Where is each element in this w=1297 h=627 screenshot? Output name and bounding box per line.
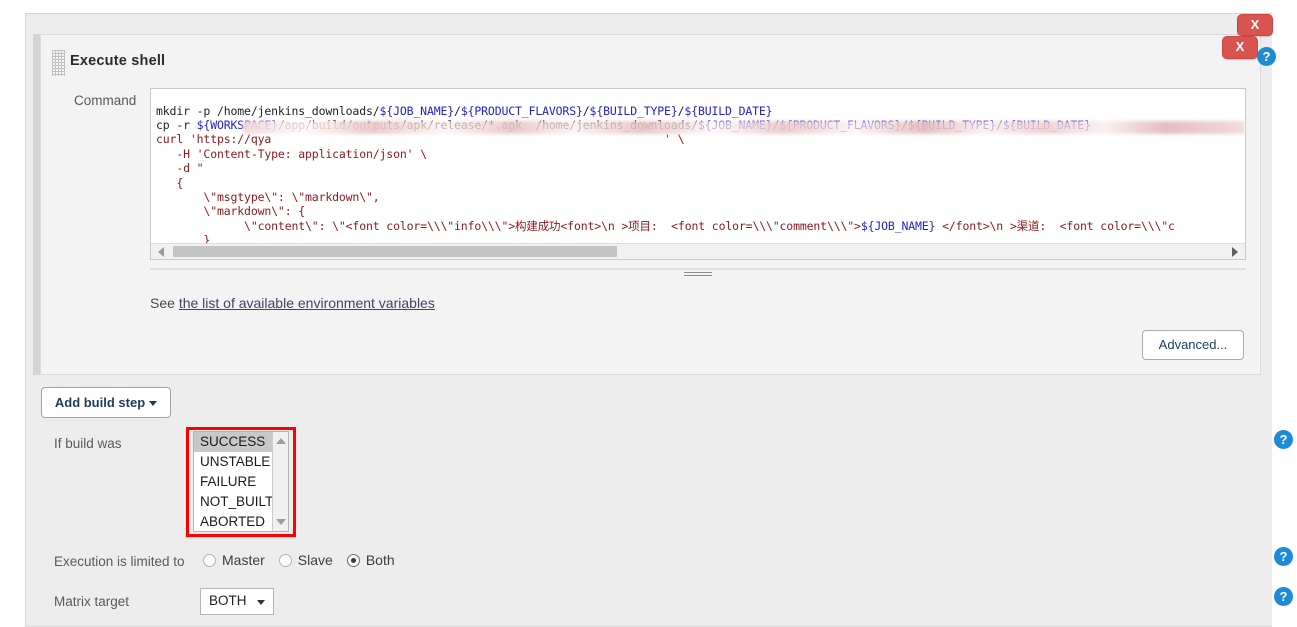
help-icon-execute-shell[interactable]: ? bbox=[1257, 47, 1276, 66]
scroll-down-arrow-icon[interactable] bbox=[276, 519, 286, 525]
radio-slave-dot[interactable] bbox=[278, 553, 292, 567]
chevron-down-icon bbox=[149, 401, 158, 407]
textarea-bottom-edge bbox=[150, 268, 1246, 270]
command-script-text: mkdir -p /home/jenkins_downloads/${JOB_N… bbox=[156, 103, 1175, 260]
listbox-scrollbar[interactable] bbox=[272, 432, 288, 531]
if-build-was-label: If build was bbox=[54, 436, 122, 451]
radio-master-dot[interactable] bbox=[203, 553, 216, 567]
radio-both-dot[interactable] bbox=[346, 553, 360, 567]
textarea-resize-handle[interactable] bbox=[684, 272, 712, 278]
radio-master[interactable]: Master bbox=[203, 552, 265, 568]
drag-grip-icon[interactable] bbox=[52, 50, 65, 76]
matrix-target-value: BOTH bbox=[209, 593, 247, 608]
chevron-down-icon bbox=[257, 600, 265, 605]
radio-master-label: Master bbox=[222, 552, 265, 568]
help-icon-execution-limited[interactable]: ? bbox=[1274, 547, 1293, 566]
radio-both[interactable]: Both bbox=[346, 552, 395, 568]
matrix-target-select[interactable]: BOTH bbox=[200, 588, 274, 615]
environment-variables-hint: See the list of available environment va… bbox=[150, 295, 435, 311]
radio-slave[interactable]: Slave bbox=[278, 552, 333, 568]
advanced-button[interactable]: Advanced... bbox=[1142, 330, 1244, 360]
scroll-up-arrow-icon[interactable] bbox=[276, 438, 286, 444]
add-build-step-label: Add build step bbox=[54, 395, 146, 410]
page-root: Execute shell X X ? ? ? ? Command mkdir … bbox=[0, 0, 1297, 627]
command-horizontal-scrollbar[interactable] bbox=[151, 243, 1245, 259]
matrix-target-label: Matrix target bbox=[54, 594, 130, 609]
build-step-title: Execute shell bbox=[70, 53, 166, 69]
environment-variables-link[interactable]: the list of available environment variab… bbox=[179, 295, 435, 311]
if-build-was-listbox[interactable]: SUCCESS UNSTABLE FAILURE NOT_BUILT ABORT… bbox=[193, 431, 289, 532]
help-icon-matrix-target[interactable]: ? bbox=[1274, 587, 1293, 606]
radio-both-label: Both bbox=[365, 552, 395, 568]
help-icon-if-build-was[interactable]: ? bbox=[1274, 430, 1293, 449]
execution-radio-group: Master Slave Both bbox=[203, 552, 409, 568]
command-label: Command bbox=[74, 93, 137, 108]
delete-build-step-top-button[interactable]: X bbox=[1237, 14, 1273, 36]
env-hint-prefix: See bbox=[150, 295, 179, 311]
command-textarea[interactable]: mkdir -p /home/jenkins_downloads/${JOB_N… bbox=[150, 88, 1246, 260]
scroll-right-arrow-icon[interactable] bbox=[1232, 247, 1238, 257]
add-build-step-button[interactable]: Add build step bbox=[41, 387, 171, 418]
execution-limited-label: Execution is limited to bbox=[54, 554, 185, 569]
radio-slave-label: Slave bbox=[297, 552, 333, 568]
scroll-left-arrow-icon[interactable] bbox=[158, 247, 164, 257]
delete-build-step-button[interactable]: X bbox=[1222, 36, 1258, 59]
scrollbar-thumb[interactable] bbox=[173, 246, 617, 257]
